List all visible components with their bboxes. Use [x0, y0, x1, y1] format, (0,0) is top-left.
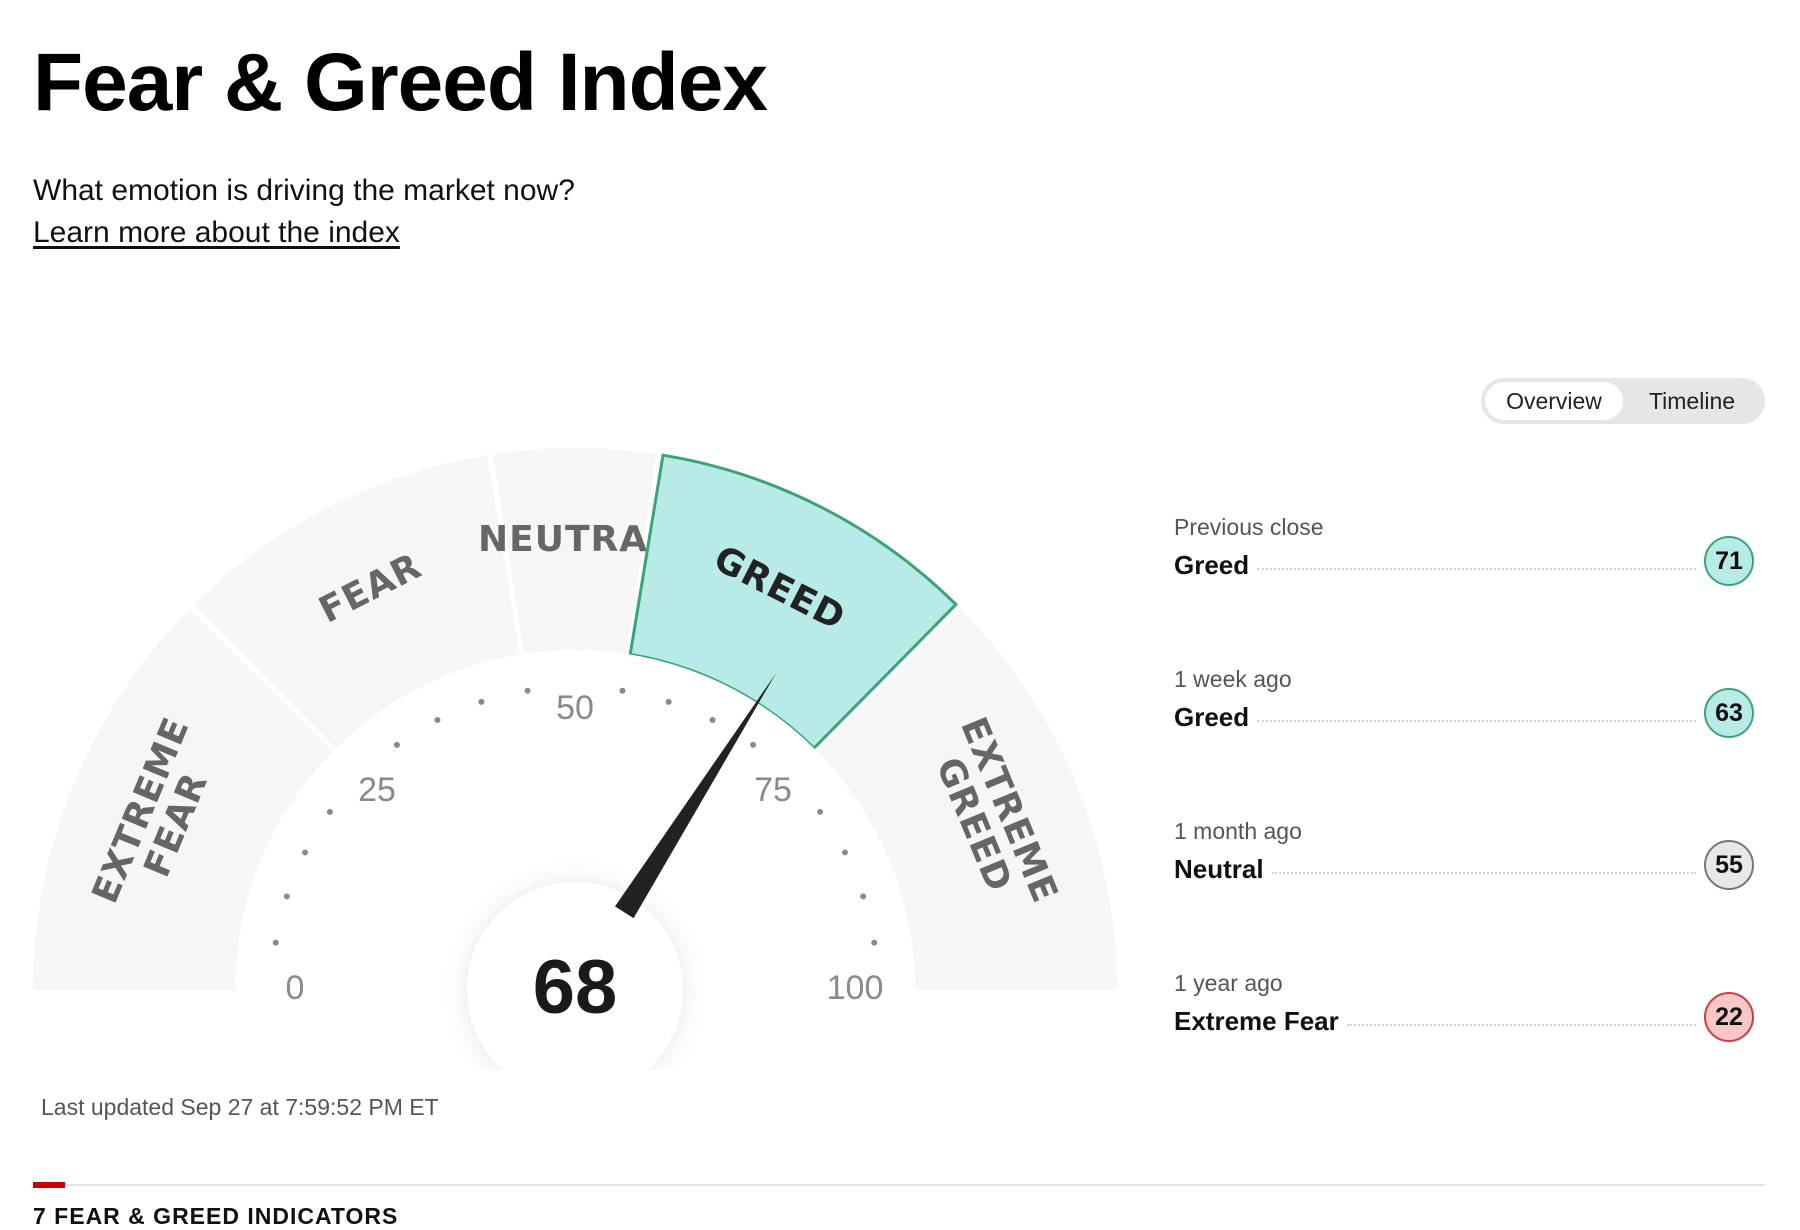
tick-dot: [272, 939, 279, 946]
timeline-toggle-button[interactable]: Timeline: [1623, 382, 1761, 420]
tick-dot: [478, 698, 485, 705]
history-label: 1 year ago: [1174, 970, 1283, 996]
page-subtitle: What emotion is driving the market now?: [33, 174, 575, 207]
history-label: 1 month ago: [1174, 818, 1302, 844]
history-row-1-month-ago: 1 month ago Neutral 55: [1174, 818, 1760, 938]
tick-dot: [326, 808, 333, 815]
history-value-badge: 71: [1704, 536, 1754, 586]
last-updated: Last updated Sep 27 at 7:59:52 PM ET: [41, 1094, 439, 1120]
tick-dot: [841, 849, 848, 856]
history-row-1-week-ago: 1 week ago Greed 63: [1174, 666, 1760, 786]
history-rating: Neutral: [1174, 854, 1264, 884]
zone-label-line: NEUTRAL: [478, 519, 672, 560]
indicators-heading: 7 FEAR & GREED INDICATORS: [33, 1203, 399, 1229]
page-title: Fear & Greed Index: [33, 37, 768, 128]
learn-more-link[interactable]: Learn more about the index: [33, 216, 400, 250]
zone-label: NEUTRAL: [478, 519, 672, 560]
history-value-badge: 22: [1704, 992, 1754, 1042]
gauge-value: 68: [533, 945, 618, 1030]
tick-dot: [393, 741, 400, 748]
history-row-previous-close: Previous close Greed 71: [1174, 514, 1760, 634]
history-rating: Greed: [1174, 702, 1250, 732]
dotted-leader: [1271, 871, 1696, 874]
tick-dot: [619, 687, 626, 694]
tick-dot: [750, 741, 757, 748]
tick-dot: [434, 717, 441, 724]
history-label: 1 week ago: [1174, 666, 1292, 692]
history-label: Previous close: [1174, 514, 1324, 540]
dotted-leader: [1257, 567, 1696, 570]
tick-label: 0: [286, 969, 305, 1007]
tick-dot: [860, 893, 867, 900]
history-rating: Greed: [1174, 550, 1250, 580]
history-value-badge: 63: [1704, 688, 1754, 738]
tick-label: 100: [827, 969, 884, 1007]
tick-label: 75: [754, 771, 792, 809]
section-divider: [33, 1184, 1765, 1186]
tick-label: 50: [556, 689, 594, 727]
section-accent: [33, 1182, 65, 1188]
dotted-leader: [1346, 1023, 1696, 1026]
history-value-badge: 55: [1704, 840, 1754, 890]
view-toggle: Overview Timeline: [1481, 378, 1765, 424]
tick-dot: [871, 939, 878, 946]
history-row-1-year-ago: 1 year ago Extreme Fear 22: [1174, 970, 1760, 1090]
fear-greed-gauge: EXTREMEFEARFEARNEUTRAL GREEDEXTREMEGREED0…: [33, 447, 1117, 1070]
tick-label: 25: [358, 771, 396, 809]
tick-dot: [524, 687, 531, 694]
tick-dot: [709, 717, 716, 724]
dotted-leader: [1257, 719, 1696, 722]
tick-dot: [665, 698, 672, 705]
history-rating: Extreme Fear: [1174, 1006, 1339, 1036]
tick-dot: [283, 893, 290, 900]
overview-toggle-button[interactable]: Overview: [1485, 382, 1623, 420]
tick-dot: [817, 808, 824, 815]
tick-dot: [302, 849, 309, 856]
